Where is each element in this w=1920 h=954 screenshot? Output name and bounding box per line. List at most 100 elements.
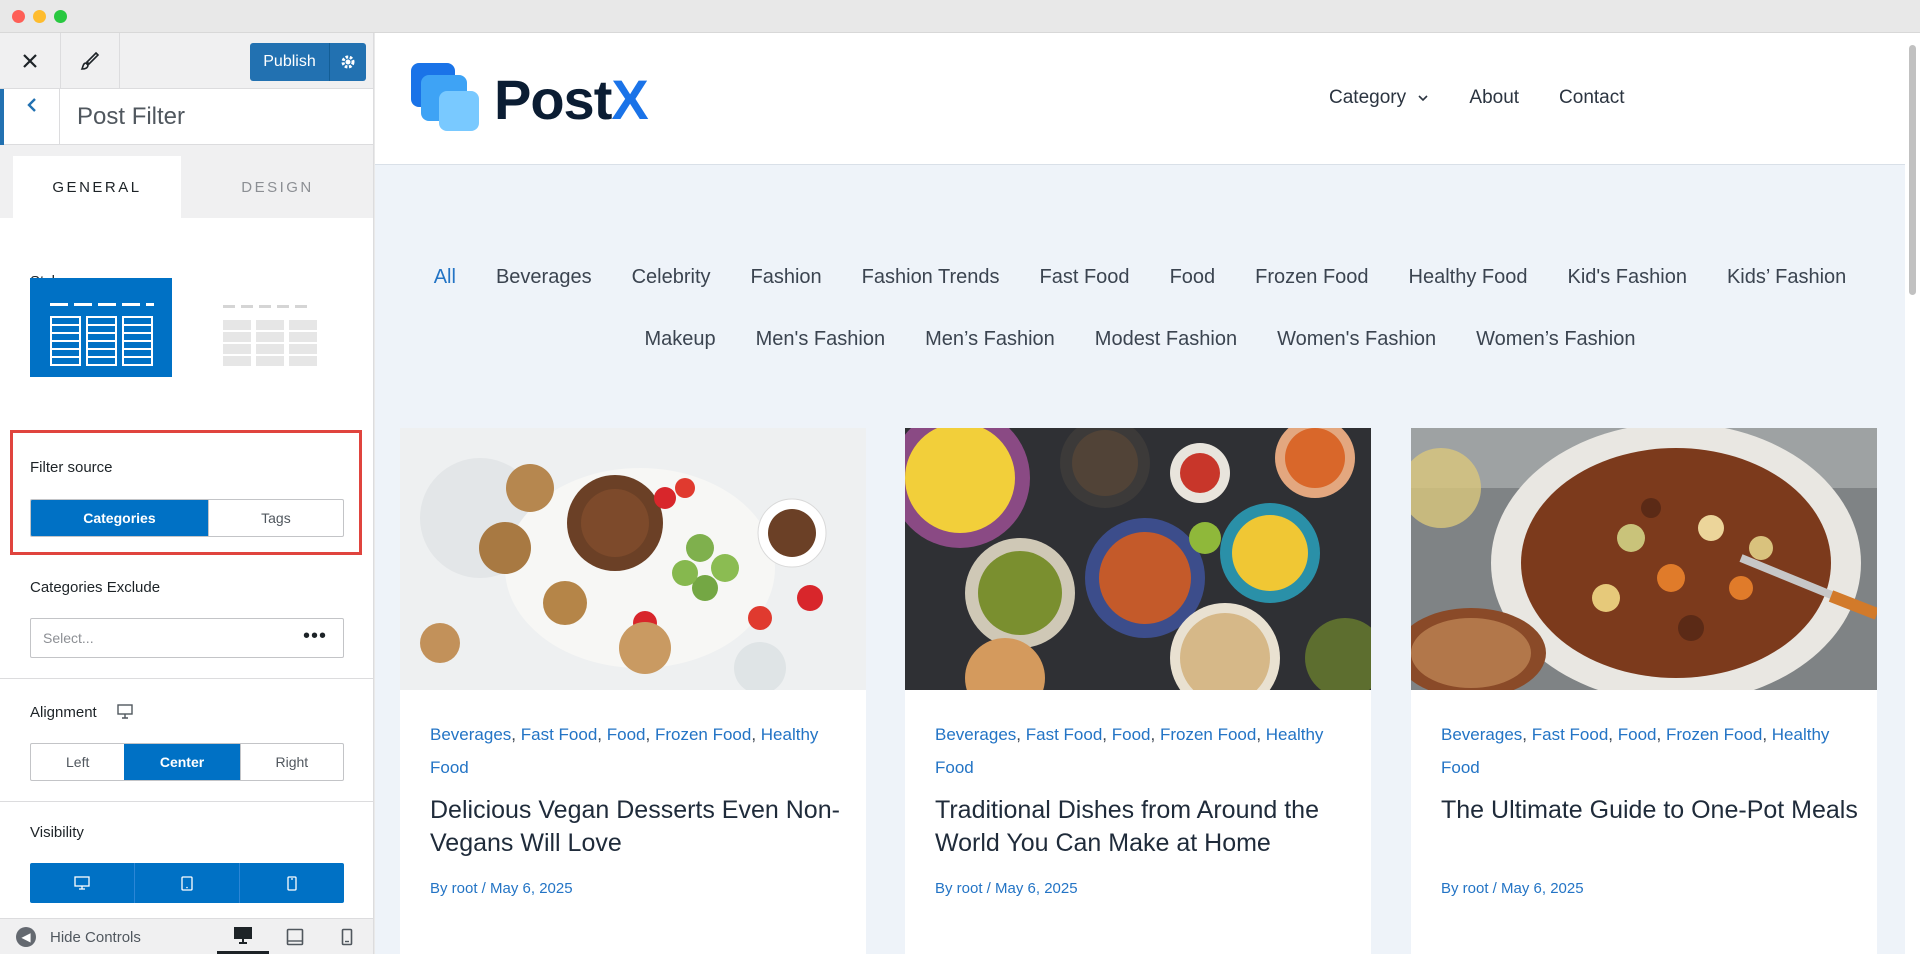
style-option-1[interactable]: [30, 278, 172, 377]
nav-item-category[interactable]: Category: [1289, 87, 1429, 109]
post-thumbnail[interactable]: [905, 428, 1371, 690]
post-title[interactable]: The Ultimate Guide to One-Pot Meals: [1441, 794, 1861, 827]
post-category-link[interactable]: Food: [1112, 725, 1151, 744]
settings-content: Style Filter source Categories Tags: [0, 218, 373, 918]
post-thumbnail[interactable]: [400, 428, 866, 690]
category-separator: ,: [597, 725, 607, 744]
alignment-label: Alignment: [30, 704, 97, 721]
post-category-link[interactable]: Fast Food: [1532, 725, 1609, 744]
visibility-mobile-icon[interactable]: [240, 863, 344, 903]
post-meta[interactable]: By root / May 6, 2025: [935, 880, 1078, 897]
filter-item[interactable]: Food: [1170, 266, 1216, 289]
more-options-icon[interactable]: •••: [303, 625, 327, 648]
style-option-2[interactable]: [215, 278, 357, 377]
post-title[interactable]: Traditional Dishes from Around the World…: [935, 794, 1355, 860]
filter-item[interactable]: Healthy Food: [1409, 266, 1528, 289]
preview-scrollbar[interactable]: [1905, 33, 1920, 954]
site-logo[interactable]: PostX: [411, 63, 649, 135]
alignment-toggle: Left Center Right: [30, 743, 344, 781]
window-zoom-dot[interactable]: [54, 10, 67, 23]
filter-item[interactable]: Kids’ Fashion: [1727, 266, 1846, 289]
post-categories: Beverages, Fast Food, Food, Frozen Food,…: [935, 718, 1355, 784]
categories-exclude-label: Categories Exclude: [30, 579, 161, 596]
filter-source-label: Filter source: [30, 459, 113, 476]
categories-exclude-placeholder: Select...: [43, 630, 94, 646]
post-categories: Beverages, Fast Food, Food, Frozen Food,…: [430, 718, 850, 784]
category-separator: ,: [1150, 725, 1160, 744]
preview-desktop-icon[interactable]: [217, 919, 269, 954]
category-separator: ,: [645, 725, 655, 744]
postx-logo-icon: [411, 63, 486, 135]
publish-button[interactable]: Publish: [250, 43, 330, 81]
post-category-link[interactable]: Beverages: [935, 725, 1016, 744]
post-category-link[interactable]: Frozen Food: [1160, 725, 1256, 744]
post-category-link[interactable]: Fast Food: [1026, 725, 1103, 744]
settings-tabs: GENERAL DESIGN: [0, 156, 373, 218]
nav-item-about[interactable]: About: [1469, 87, 1519, 109]
customizer-footer: ◀ Hide Controls: [0, 918, 373, 954]
alignment-right-button[interactable]: Right: [239, 744, 343, 780]
filter-item[interactable]: Frozen Food: [1255, 266, 1368, 289]
filter-item[interactable]: Men’s Fashion: [925, 328, 1055, 351]
post-category-link[interactable]: Beverages: [430, 725, 511, 744]
back-chevron-icon[interactable]: [0, 89, 60, 145]
filter-item[interactable]: Men's Fashion: [756, 328, 885, 351]
filter-item[interactable]: All: [434, 266, 456, 289]
filter-item[interactable]: Fashion Trends: [862, 266, 1000, 289]
post-category-link[interactable]: Frozen Food: [655, 725, 751, 744]
window-titlebar: [0, 0, 1920, 33]
window-minimize-dot[interactable]: [33, 10, 46, 23]
chevron-down-icon: [1418, 95, 1428, 102]
filter-item[interactable]: Fashion: [751, 266, 822, 289]
filter-source-tags-button[interactable]: Tags: [207, 500, 343, 536]
filter-item[interactable]: Women's Fashion: [1277, 328, 1436, 351]
post-card[interactable]: Beverages, Fast Food, Food, Frozen Food,…: [1411, 428, 1877, 954]
desktop-responsive-icon[interactable]: [117, 704, 133, 724]
main-nav: Category About Contact: [1289, 87, 1625, 109]
post-meta[interactable]: By root / May 6, 2025: [1441, 880, 1584, 897]
filter-item[interactable]: Fast Food: [1040, 266, 1130, 289]
filter-item[interactable]: Beverages: [496, 266, 592, 289]
filter-item[interactable]: Women’s Fashion: [1476, 328, 1635, 351]
section-divider: [0, 678, 373, 679]
filter-item[interactable]: Makeup: [644, 328, 715, 351]
visibility-label: Visibility: [30, 824, 84, 841]
filter-item[interactable]: Celebrity: [632, 266, 711, 289]
post-category-link[interactable]: Frozen Food: [1666, 725, 1762, 744]
logo-text: PostX: [494, 67, 649, 132]
visibility-toggle: [30, 863, 344, 903]
post-filter-row-1: All Beverages Celebrity Fashion Fashion Tren…: [375, 266, 1905, 289]
post-category-link[interactable]: Food: [1618, 725, 1657, 744]
filter-source-categories-button[interactable]: Categories: [31, 500, 208, 536]
brush-icon[interactable]: [60, 33, 120, 89]
close-icon[interactable]: [0, 33, 60, 89]
window-close-dot[interactable]: [12, 10, 25, 23]
tab-design[interactable]: DESIGN: [181, 156, 373, 218]
customizer-panel: Publish Post Filter GENERAL DESIGN Style: [0, 33, 374, 954]
visibility-tablet-icon[interactable]: [135, 863, 240, 903]
post-card[interactable]: Beverages, Fast Food, Food, Frozen Food,…: [905, 428, 1371, 954]
filter-item[interactable]: Modest Fashion: [1095, 328, 1237, 351]
category-separator: ,: [751, 725, 761, 744]
nav-item-contact[interactable]: Contact: [1559, 87, 1624, 109]
preview-tablet-icon[interactable]: [269, 919, 321, 954]
tab-general[interactable]: GENERAL: [13, 156, 181, 218]
post-thumbnail[interactable]: [1411, 428, 1877, 690]
post-category-link[interactable]: Fast Food: [521, 725, 598, 744]
categories-exclude-select[interactable]: Select... •••: [30, 618, 344, 658]
preview-mobile-icon[interactable]: [321, 919, 373, 954]
scrollbar-thumb[interactable]: [1909, 45, 1916, 295]
alignment-left-button[interactable]: Left: [31, 744, 124, 780]
hide-controls-button[interactable]: ◀ Hide Controls: [16, 927, 141, 947]
filter-item[interactable]: Kid's Fashion: [1568, 266, 1687, 289]
category-separator: ,: [1016, 725, 1026, 744]
post-title[interactable]: Delicious Vegan Desserts Even Non-Vegans…: [430, 794, 850, 860]
alignment-center-button[interactable]: Center: [124, 744, 240, 780]
visibility-desktop-icon[interactable]: [30, 863, 135, 903]
post-card[interactable]: Beverages, Fast Food, Food, Frozen Food,…: [400, 428, 866, 954]
publish-settings-gear-icon[interactable]: [330, 43, 366, 81]
post-category-link[interactable]: Beverages: [1441, 725, 1522, 744]
post-category-link[interactable]: Food: [607, 725, 646, 744]
category-separator: ,: [511, 725, 521, 744]
post-meta[interactable]: By root / May 6, 2025: [430, 880, 573, 897]
